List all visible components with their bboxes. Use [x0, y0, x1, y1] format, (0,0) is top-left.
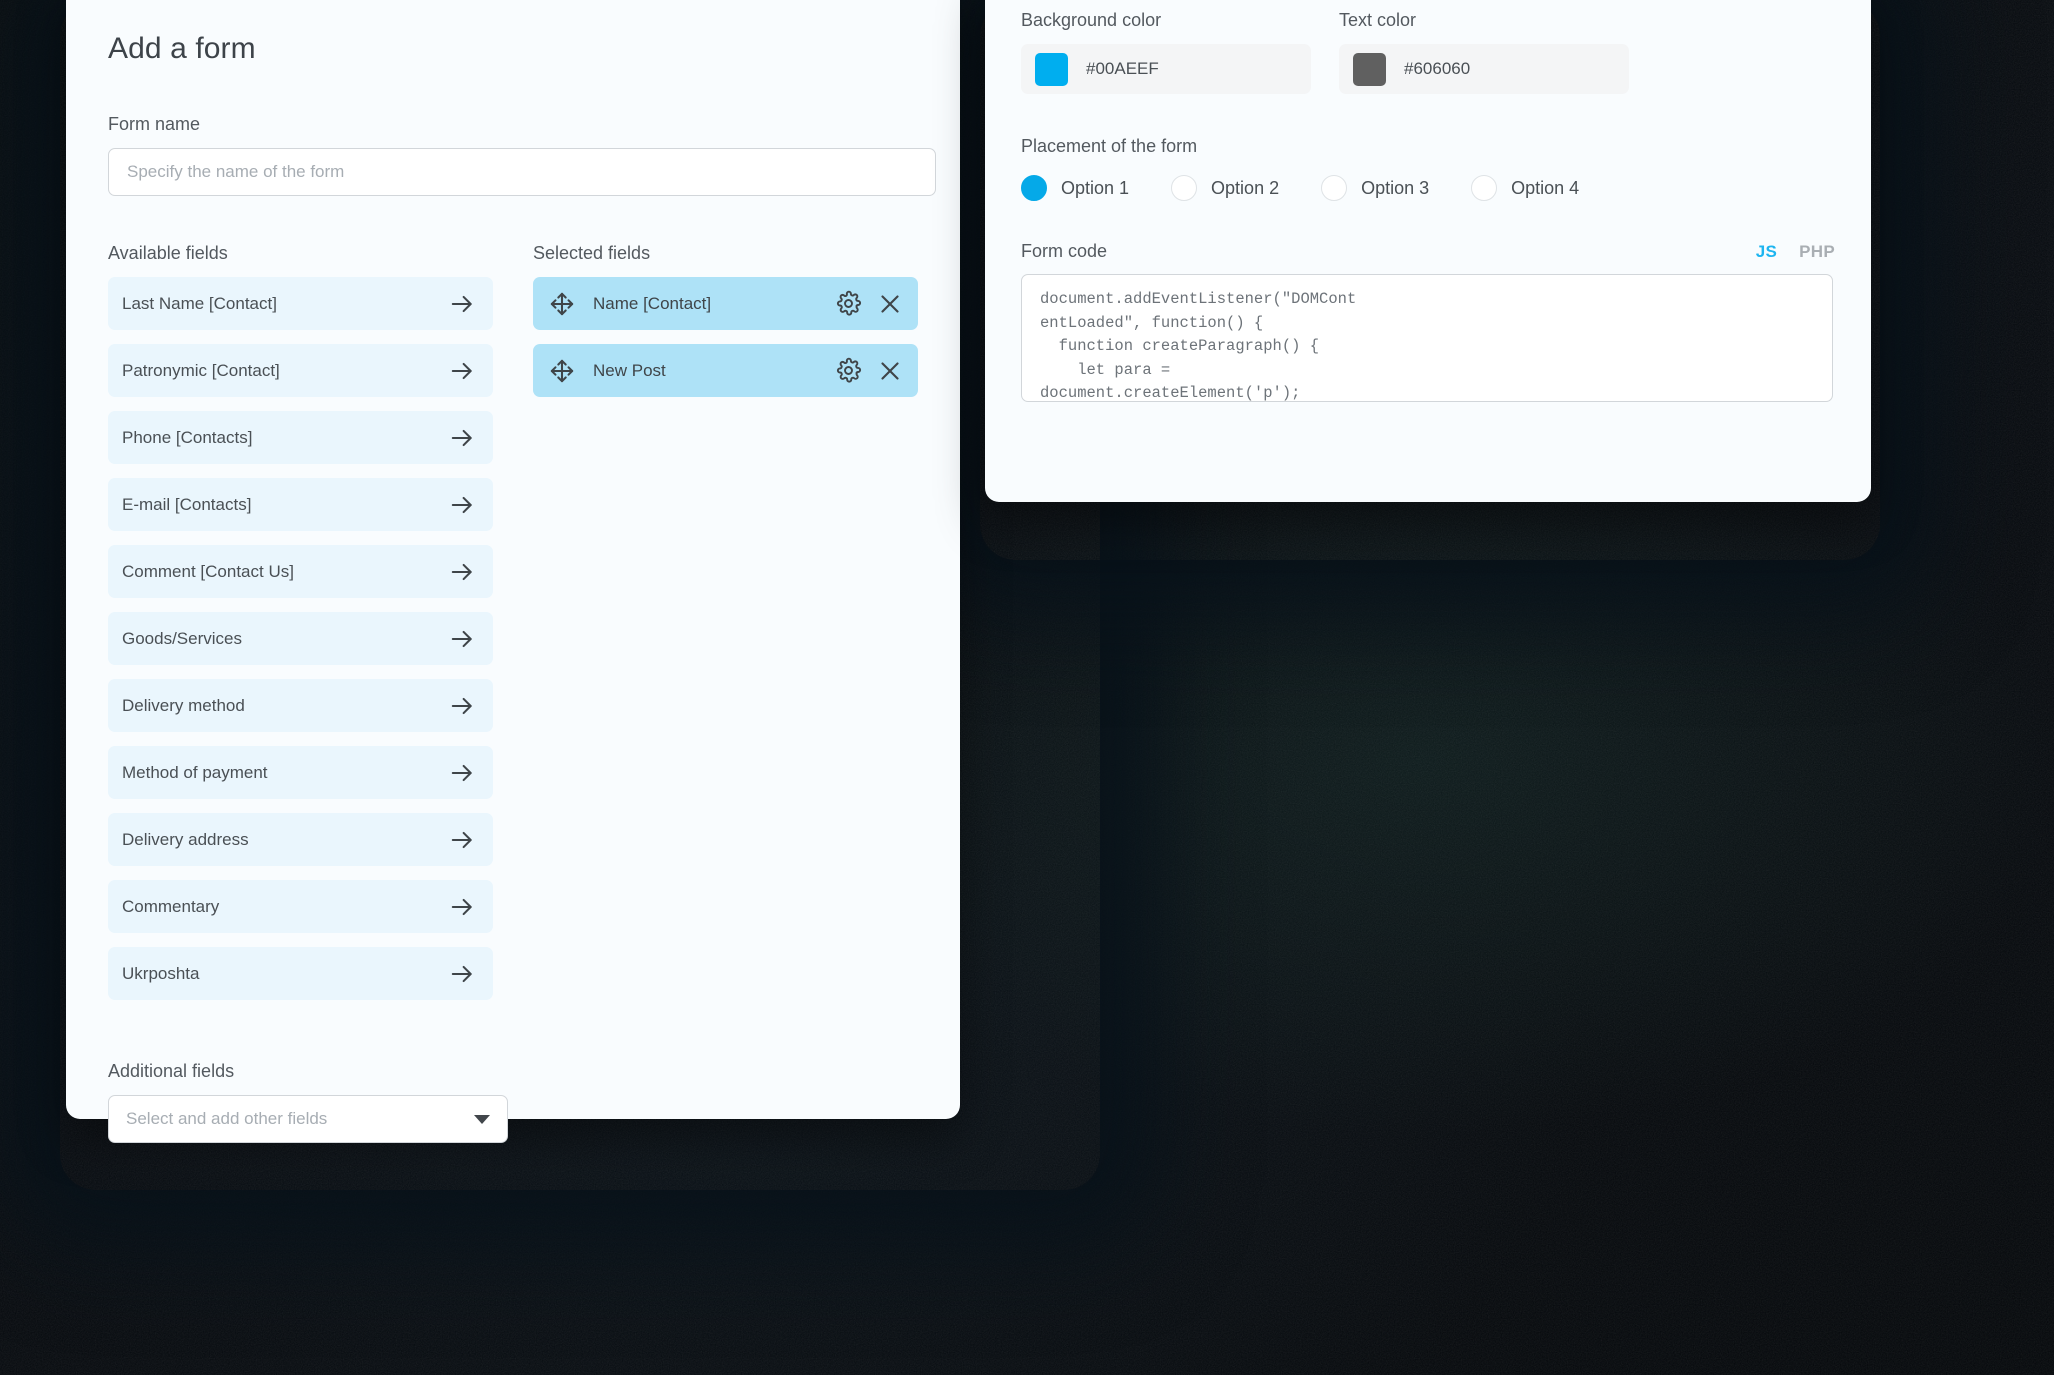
- available-field-row[interactable]: E-mail [Contacts]: [108, 478, 493, 531]
- available-field-label: Ukrposhta: [122, 963, 200, 983]
- available-field-label: Patronymic [Contact]: [122, 360, 280, 380]
- selected-fields-list: Name [Contact] New Post: [533, 277, 918, 397]
- chevron-down-icon: [474, 1114, 490, 1124]
- available-field-label: Phone [Contacts]: [122, 427, 253, 447]
- colors-row: Background color #00AEEF Text color #606…: [1021, 10, 1835, 94]
- placement-option-label: Option 2: [1211, 177, 1280, 198]
- placement-option-label: Option 4: [1511, 177, 1580, 198]
- arrow-right-icon: [451, 764, 472, 781]
- selected-fields-column: Selected fields Name [Contact] New Post: [533, 243, 918, 1014]
- form-code-group: Form code JS PHP document.addEventListene…: [1021, 241, 1835, 402]
- available-field-row[interactable]: Ukrposhta: [108, 947, 493, 1000]
- move-icon[interactable]: [549, 358, 575, 384]
- arrow-right-icon: [451, 295, 472, 312]
- placement-option-label: Option 3: [1361, 177, 1430, 198]
- available-field-row[interactable]: Delivery address: [108, 813, 493, 866]
- fields-columns: Available fields Last Name [Contact] Patr…: [108, 243, 918, 1014]
- placement-option-1[interactable]: Option 1: [1021, 175, 1129, 201]
- form-name-input[interactable]: [108, 148, 936, 196]
- available-field-label: Comment [Contact Us]: [122, 561, 294, 581]
- available-field-label: Commentary: [122, 896, 220, 916]
- form-code-label: Form code: [1021, 241, 1108, 261]
- background-color-field[interactable]: #00AEEF: [1021, 44, 1311, 94]
- additional-fields-group: Additional fields Select and add other f…: [108, 1061, 918, 1143]
- add-form-panel: Add a form Form name Available fields La…: [66, 0, 960, 1143]
- additional-fields-placeholder: Select and add other fields: [126, 1109, 328, 1128]
- placement-option-2[interactable]: Option 2: [1171, 175, 1279, 201]
- text-color-label: Text color: [1339, 10, 1417, 30]
- placement-option-3[interactable]: Option 3: [1321, 175, 1429, 201]
- available-field-row[interactable]: Goods/Services: [108, 612, 493, 665]
- placement-radio-group: Option 1 Option 2 Option 3 Option 4: [1021, 175, 1835, 201]
- available-field-label: Goods/Services: [122, 628, 242, 648]
- form-code-box[interactable]: document.addEventListener("DOMCont entLo…: [1021, 274, 1833, 402]
- available-field-row[interactable]: Method of payment: [108, 746, 493, 799]
- radio-button[interactable]: [1471, 175, 1498, 201]
- code-language-tab[interactable]: PHP: [1799, 242, 1835, 262]
- radio-button[interactable]: [1321, 175, 1348, 201]
- available-field-row[interactable]: Commentary: [108, 880, 493, 933]
- available-field-label: Delivery method: [122, 695, 245, 715]
- arrow-right-icon: [451, 697, 472, 714]
- arrow-right-icon: [451, 965, 472, 982]
- background-color-swatch[interactable]: [1035, 52, 1068, 86]
- additional-fields-label: Additional fields: [108, 1061, 235, 1081]
- available-fields-heading: Available fields: [108, 243, 228, 263]
- selected-field-label: New Post: [593, 360, 666, 380]
- background-color-group: Background color #00AEEF: [1021, 10, 1311, 94]
- gear-icon[interactable]: [835, 357, 862, 384]
- form-appearance-panel: Background color #00AEEF Text color #606…: [985, 0, 1871, 502]
- arrow-right-icon: [451, 898, 472, 915]
- available-field-row[interactable]: Patronymic [Contact]: [108, 344, 493, 397]
- gear-icon[interactable]: [835, 290, 862, 317]
- background-color-label: Background color: [1021, 10, 1162, 30]
- additional-fields-select[interactable]: Select and add other fields: [108, 1095, 508, 1143]
- placement-group: Placement of the form Option 1 Option 2 Op…: [1021, 136, 1835, 201]
- form-code-header: Form code JS PHP: [1021, 241, 1835, 262]
- available-field-label: Last Name [Contact]: [122, 293, 277, 313]
- arrow-right-icon: [451, 630, 472, 647]
- form-name-group: Form name: [108, 114, 936, 196]
- available-field-row[interactable]: Delivery method: [108, 679, 493, 732]
- available-field-label: Method of payment: [122, 762, 268, 782]
- text-color-value: #606060: [1404, 59, 1471, 78]
- available-field-label: Delivery address: [122, 829, 249, 849]
- arrow-right-icon: [451, 563, 472, 580]
- selected-field-row[interactable]: Name [Contact]: [533, 277, 918, 330]
- placement-option-label: Option 1: [1061, 177, 1130, 198]
- code-language-tabs: JS PHP: [1756, 242, 1835, 262]
- available-field-row[interactable]: Comment [Contact Us]: [108, 545, 493, 598]
- text-color-field[interactable]: #606060: [1339, 44, 1629, 94]
- arrow-right-icon: [451, 831, 472, 848]
- form-code-text: document.addEventListener("DOMCont entLo…: [1040, 290, 1357, 402]
- form-name-label: Form name: [108, 114, 201, 134]
- close-icon[interactable]: [878, 292, 902, 316]
- radio-button[interactable]: [1171, 175, 1198, 201]
- code-language-tab[interactable]: JS: [1756, 242, 1777, 262]
- radio-button[interactable]: [1021, 175, 1047, 201]
- available-field-row[interactable]: Phone [Contacts]: [108, 411, 493, 464]
- placement-label: Placement of the form: [1021, 136, 1198, 156]
- selected-field-row[interactable]: New Post: [533, 344, 918, 397]
- arrow-right-icon: [451, 362, 472, 379]
- arrow-right-icon: [451, 496, 472, 513]
- arrow-right-icon: [451, 429, 472, 446]
- selected-field-label: Name [Contact]: [593, 293, 712, 313]
- available-fields-column: Available fields Last Name [Contact] Patr…: [108, 243, 493, 1014]
- text-color-group: Text color #606060: [1339, 10, 1629, 94]
- background-color-value: #00AEEF: [1086, 59, 1159, 78]
- placement-option-4[interactable]: Option 4: [1471, 175, 1579, 201]
- text-color-swatch[interactable]: [1353, 52, 1386, 86]
- page-title: Add a form: [108, 32, 256, 65]
- available-field-label: E-mail [Contacts]: [122, 494, 252, 514]
- available-fields-list: Last Name [Contact] Patronymic [Contact] P…: [108, 277, 493, 1000]
- selected-fields-heading: Selected fields: [533, 243, 651, 263]
- close-icon[interactable]: [878, 359, 902, 383]
- available-field-row[interactable]: Last Name [Contact]: [108, 277, 493, 330]
- move-icon[interactable]: [549, 291, 575, 317]
